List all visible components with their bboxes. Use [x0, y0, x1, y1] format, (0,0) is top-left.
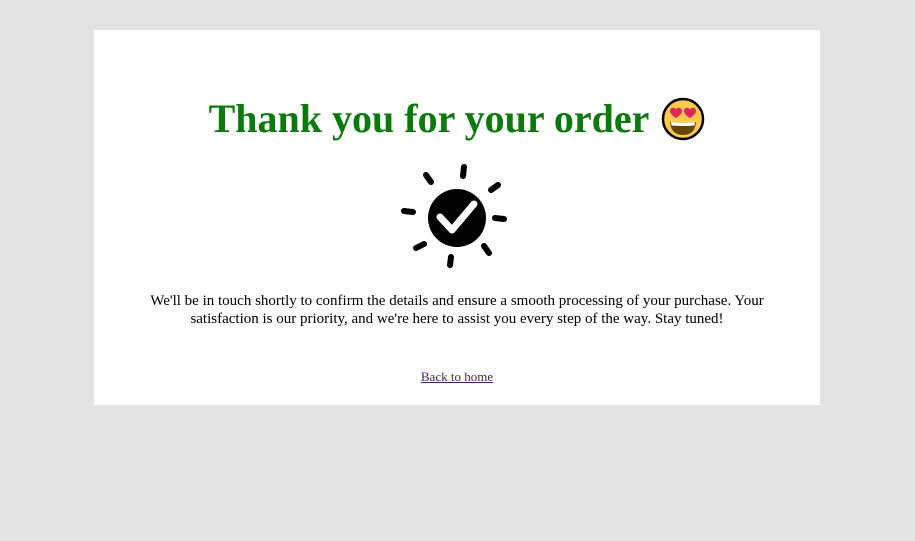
success-checkmark-icon: [400, 160, 516, 276]
page-title: Thank you for your order: [208, 96, 650, 141]
back-link-row: Back to home: [94, 369, 820, 385]
back-to-home-link[interactable]: Back to home: [421, 369, 493, 384]
heart-eyes-emoji-icon: [661, 97, 705, 141]
title-row: Thank you for your order: [94, 92, 820, 146]
confirmation-message: We'll be in touch shortly to confirm the…: [150, 293, 764, 327]
order-confirmation-card: Thank you for your order We'll be in tou…: [94, 30, 820, 405]
